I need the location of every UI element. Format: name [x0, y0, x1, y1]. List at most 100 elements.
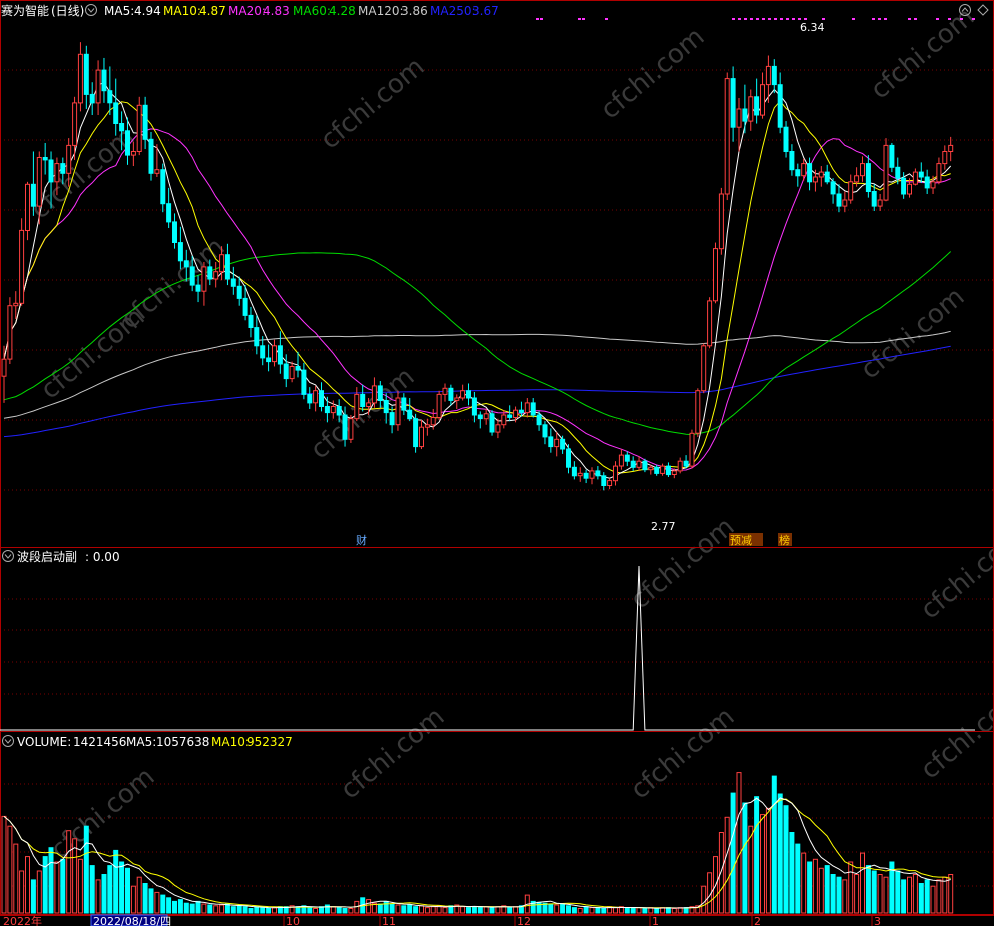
volume-bar-down: [795, 843, 801, 914]
volume-bar-up: [348, 908, 354, 914]
candle-body-up: [495, 424, 501, 433]
volume-bar-up: [513, 906, 519, 914]
candle: [283, 354, 289, 388]
candle-body-down: [865, 163, 871, 193]
candle: [460, 384, 466, 401]
volume-bar-up: [942, 876, 948, 914]
candle-body-up: [13, 302, 19, 307]
indicator-value: : 0.00: [85, 550, 120, 564]
collapse-icon[interactable]: [85, 4, 97, 16]
candle: [454, 394, 460, 409]
candle-body-up: [424, 424, 430, 428]
volume-bar-down: [918, 883, 924, 914]
candle-body-down: [42, 157, 48, 161]
candle: [419, 419, 424, 450]
candle-body-up: [442, 387, 448, 395]
candle: [924, 169, 930, 194]
candle: [795, 163, 801, 187]
candle: [548, 428, 554, 453]
candle: [842, 191, 848, 213]
signal-dash: [582, 18, 585, 20]
candle-body-down: [683, 460, 689, 467]
candle-body-down: [319, 390, 324, 408]
candle-body-up: [660, 465, 666, 474]
volume-bar-down: [601, 908, 607, 914]
volume-bar-up: [330, 906, 336, 914]
candle-body-up: [289, 366, 295, 380]
candle: [507, 405, 513, 422]
volume-bar-down: [777, 793, 783, 914]
candle-body-down: [113, 102, 119, 125]
candle-body-up: [524, 402, 530, 414]
signal-dash: [738, 18, 741, 20]
high-price-label: 6.34: [800, 21, 825, 34]
volume-value: 1421456: [73, 735, 126, 749]
candle: [477, 411, 483, 429]
volume-bar-down: [807, 861, 813, 914]
candle: [389, 406, 395, 434]
volume-bar-down: [401, 905, 407, 914]
candle-body-up: [272, 345, 277, 363]
candle: [442, 383, 448, 402]
watermark-text: cfchi.com: [25, 122, 140, 225]
volume-bar-down: [471, 906, 477, 914]
candle-body-up: [330, 406, 336, 414]
volume-bar-down: [489, 907, 495, 914]
candle: [613, 461, 618, 486]
candlesticks: [1, 42, 954, 491]
ma250-label: MA250:: [430, 4, 476, 18]
signal-dash: [822, 18, 825, 20]
volume-bar-down: [319, 906, 324, 914]
candle-body-down: [895, 166, 901, 179]
candle: [713, 242, 718, 304]
volume-bar-down: [113, 849, 119, 914]
event-tag-bang[interactable]: 榜: [778, 533, 792, 547]
volume-header: VOLUME: 1421456 MA5: 1057638 MA10: 95232…: [2, 735, 293, 749]
stock-name: 赛为智能: [1, 3, 49, 18]
signal-dash: [960, 18, 963, 20]
candle-body-up: [313, 390, 319, 404]
candle-body-up: [501, 414, 507, 426]
candle-body-up: [648, 466, 654, 471]
volume-bar-up: [671, 908, 677, 914]
event-tag-yujian[interactable]: 预减: [729, 533, 763, 547]
candle-body-down: [836, 193, 842, 207]
candle-body-down: [771, 65, 777, 86]
volume-bar-down: [248, 908, 254, 914]
candle: [707, 297, 713, 349]
candle-body-up: [930, 181, 936, 189]
event-tag-cai[interactable]: 财: [355, 533, 369, 547]
candle-body-down: [783, 126, 789, 152]
candle: [948, 136, 954, 162]
signal-dash: [792, 18, 795, 20]
signal-dash: [768, 18, 771, 20]
candle-body-down: [101, 69, 107, 92]
candle: [571, 461, 577, 480]
candle-body-up: [7, 305, 13, 360]
candle: [154, 144, 160, 177]
svg-text:预减: 预减: [730, 534, 752, 547]
indicator-collapse-icon[interactable]: [2, 550, 14, 562]
candle-body-up: [671, 470, 677, 475]
candle: [760, 72, 765, 119]
candle-body-up: [607, 480, 613, 487]
candle-body-down: [530, 402, 536, 416]
candle: [160, 163, 166, 213]
volume-bar-down: [583, 906, 589, 914]
ma10-label: MA10:: [163, 4, 201, 18]
candle-body-up: [801, 163, 807, 177]
watermark-text: cfchi.com: [625, 512, 740, 615]
main-header: 赛为智能 (日线) MA5: 4.94 MA10: 4.87 MA20: 4.8…: [1, 3, 989, 18]
diamond-icon[interactable]: [977, 4, 989, 16]
svg-text:榜: 榜: [779, 533, 790, 547]
candle-body-down: [248, 314, 254, 328]
volume-label: VOLUME:: [17, 735, 71, 749]
volume-bar-down: [160, 894, 166, 914]
candle: [789, 144, 795, 176]
watermark-text: cfchi.com: [595, 22, 710, 125]
volume-collapse-icon[interactable]: [2, 735, 14, 747]
candle: [607, 478, 613, 490]
cursor-date-box: 2022/08/18/四: [90, 914, 171, 926]
volume-bar-down: [771, 775, 777, 914]
candle: [436, 390, 442, 420]
